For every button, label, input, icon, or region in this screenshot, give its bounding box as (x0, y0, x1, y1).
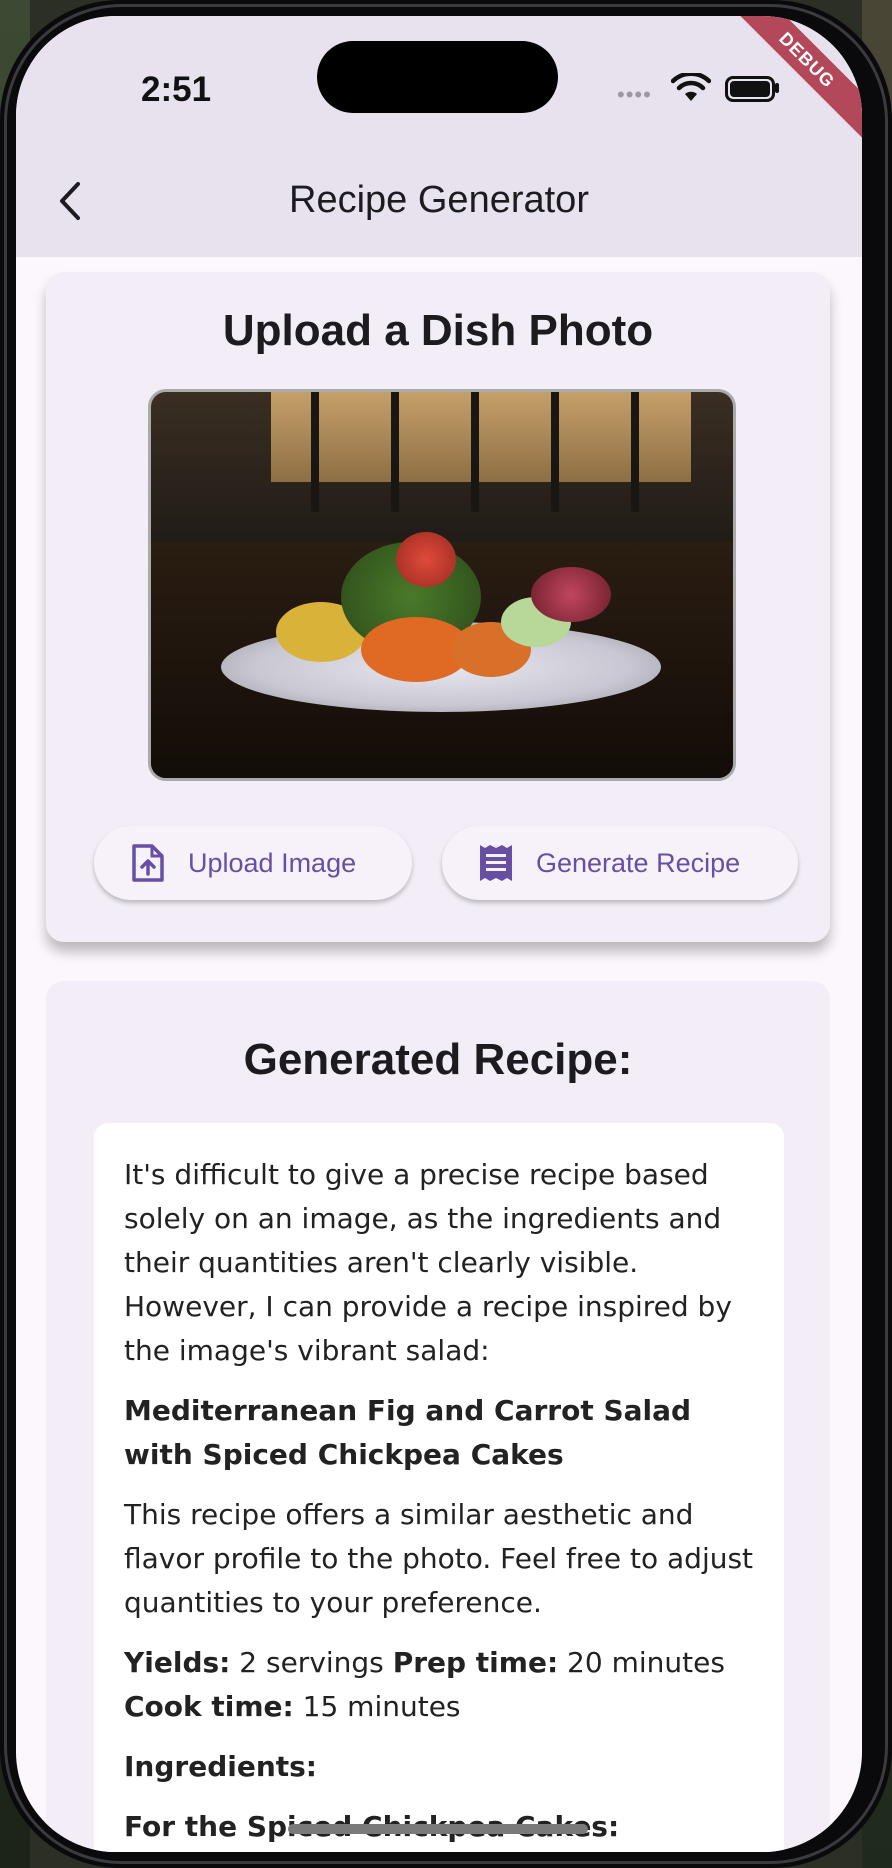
upload-heading: Upload a Dish Photo (222, 306, 654, 355)
recipe-description: This recipe offers a similar aesthetic a… (124, 1498, 754, 1619)
status-bar: 2:51 •••• DEBUG (16, 16, 862, 150)
phone-frame: 2:51 •••• DEBUG Recipe Generator Upload … (0, 0, 892, 1868)
recipe-intro: It's difficult to give a precise recipe … (124, 1158, 732, 1367)
prep-time-label: Prep time: (392, 1646, 559, 1679)
generate-recipe-label: Generate Recipe (536, 847, 741, 878)
app-bar: Recipe Generator (16, 141, 862, 257)
wifi-icon (671, 73, 711, 101)
cook-time-label: Cook time: (124, 1690, 294, 1723)
upload-image-label: Upload Image (188, 847, 357, 878)
receipt-icon (480, 845, 512, 881)
home-indicator[interactable] (288, 1824, 588, 1834)
dish-photo (148, 389, 736, 781)
battery-icon (725, 76, 775, 102)
status-time: 2:51 (141, 70, 212, 109)
recipe-heading: Generated Recipe: (243, 1035, 633, 1084)
upload-card: Upload a Dish Photo Upload Image Generat… (46, 272, 830, 942)
generate-recipe-button[interactable]: Generate Recipe (442, 826, 798, 900)
recipe-text-box[interactable]: It's difficult to give a precise recipe … (94, 1123, 784, 1852)
upload-image-button[interactable]: Upload Image (94, 826, 412, 900)
yields-label: Yields: (124, 1646, 231, 1679)
app-screen: 2:51 •••• DEBUG Recipe Generator Upload … (16, 16, 862, 1852)
photo-window (271, 392, 691, 482)
cook-time-value: 15 minutes (293, 1690, 461, 1723)
dynamic-island (317, 41, 558, 113)
recipe-title: Mediterranean Fig and Carrot Salad with … (124, 1394, 692, 1471)
recipe-times: Yields: 2 servings Prep time: 20 minutes… (124, 1641, 764, 1729)
ingredients-heading: Ingredients: (124, 1750, 318, 1783)
upload-file-icon (132, 844, 164, 882)
recipe-card: Generated Recipe: It's difficult to give… (46, 981, 830, 1852)
prep-time-value: 20 minutes (558, 1646, 725, 1679)
cellular-signal-icon: •••• (617, 82, 652, 107)
battery-tip (775, 83, 779, 93)
yields-value: 2 servings (230, 1646, 393, 1679)
recipe-content: It's difficult to give a precise recipe … (124, 1153, 764, 1852)
page-title: Recipe Generator (289, 179, 589, 221)
